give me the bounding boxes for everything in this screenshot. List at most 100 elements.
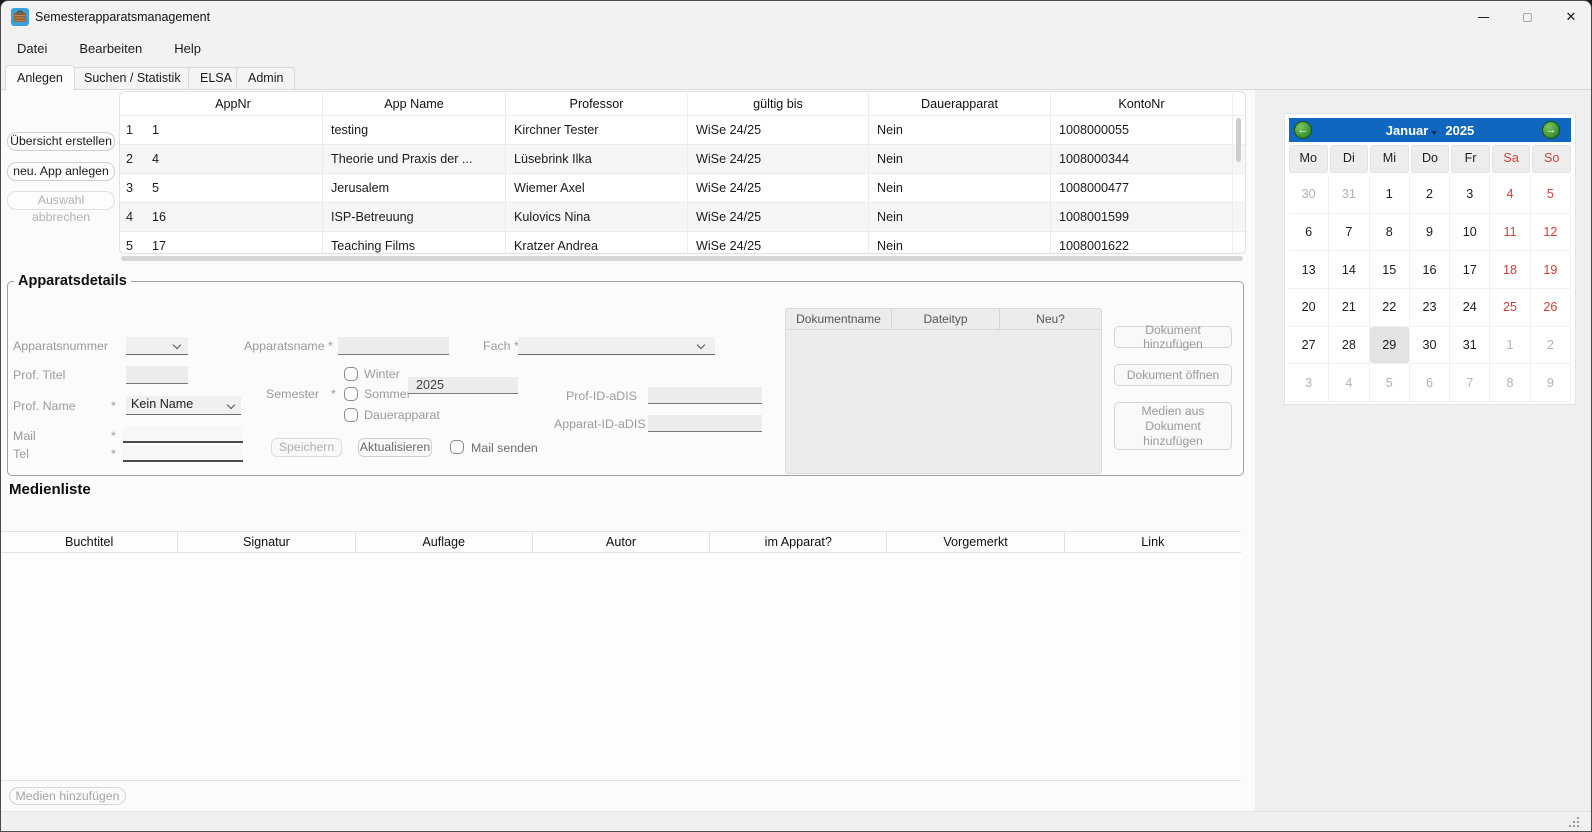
winter-radio[interactable] bbox=[344, 367, 358, 381]
calendar-day[interactable]: 30 bbox=[1289, 176, 1329, 214]
medien-aus-dokument-button[interactable]: Medien aus Dokument hinzufügen bbox=[1114, 402, 1232, 450]
medien-column-header[interactable]: Signatur bbox=[178, 532, 355, 552]
calendar-day[interactable]: 1 bbox=[1370, 176, 1410, 214]
column-header[interactable]: App Name bbox=[323, 93, 506, 115]
column-header[interactable]: AppNr bbox=[144, 93, 323, 115]
calendar-day[interactable]: 20 bbox=[1289, 289, 1329, 327]
next-month-button[interactable]: → bbox=[1542, 121, 1560, 139]
year-input[interactable]: 2025 bbox=[408, 377, 518, 394]
table-row[interactable]: 2 4 Theorie und Praxis der ... Lüsebrink… bbox=[120, 144, 1245, 173]
calendar-day[interactable]: 6 bbox=[1410, 364, 1450, 402]
prev-month-button[interactable]: ← bbox=[1294, 121, 1312, 139]
table-row[interactable]: 5 17 Teaching Films Kratzer Andrea WiSe … bbox=[120, 231, 1245, 254]
menu-item[interactable]: Datei bbox=[17, 41, 47, 56]
calendar-day[interactable]: 31 bbox=[1329, 176, 1369, 214]
fach-select[interactable] bbox=[518, 337, 715, 355]
calendar-day[interactable]: 13 bbox=[1289, 251, 1329, 289]
medien-column-header[interactable]: Autor bbox=[533, 532, 710, 552]
calendar-day[interactable]: 9 bbox=[1531, 364, 1571, 402]
calendar-day[interactable]: 28 bbox=[1329, 327, 1369, 365]
calendar-day[interactable]: 16 bbox=[1410, 251, 1450, 289]
minimize-button[interactable] bbox=[1461, 2, 1505, 32]
vertical-scrollbar[interactable] bbox=[1236, 118, 1241, 162]
calendar-day[interactable]: 2 bbox=[1410, 176, 1450, 214]
apparat-id-adis-input[interactable] bbox=[648, 415, 762, 432]
prof-name-select[interactable]: Kein Name bbox=[126, 396, 241, 415]
calendar-day[interactable]: 8 bbox=[1490, 364, 1530, 402]
calendar-day[interactable]: 31 bbox=[1450, 327, 1490, 365]
calendar-day[interactable]: 5 bbox=[1531, 176, 1571, 214]
calendar-day[interactable]: 24 bbox=[1450, 289, 1490, 327]
document-column-header[interactable]: Neu? bbox=[1000, 309, 1101, 329]
calendar-day[interactable]: 1 bbox=[1490, 327, 1530, 365]
calendar-day[interactable]: 4 bbox=[1490, 176, 1530, 214]
medien-column-header[interactable]: Buchtitel bbox=[1, 532, 178, 552]
dokument-hinzufuegen-button[interactable]: Dokument hinzufügen bbox=[1114, 326, 1232, 348]
tel-input[interactable] bbox=[123, 445, 243, 462]
row-number: 5 bbox=[120, 232, 144, 254]
table-row[interactable]: 3 5 Jerusalem Wiemer Axel WiSe 24/25 Nei… bbox=[120, 173, 1245, 202]
medien-column-header[interactable]: Link bbox=[1065, 532, 1241, 552]
calendar-day[interactable]: 7 bbox=[1329, 214, 1369, 252]
calendar-day[interactable]: 6 bbox=[1289, 214, 1329, 252]
close-button[interactable]: ✕ bbox=[1549, 2, 1592, 32]
document-column-header[interactable]: Dateityp bbox=[892, 309, 1000, 329]
column-header[interactable]: Dauerapparat bbox=[869, 93, 1051, 115]
horizontal-scrollbar-thumb[interactable] bbox=[121, 256, 1243, 261]
calendar-day[interactable]: 29 bbox=[1370, 327, 1410, 365]
calendar-day[interactable]: 3 bbox=[1289, 364, 1329, 402]
medien-column-header[interactable]: im Apparat? bbox=[710, 532, 887, 552]
calendar-day[interactable]: 7 bbox=[1450, 364, 1490, 402]
calendar-day[interactable]: 12 bbox=[1531, 214, 1571, 252]
calendar-day[interactable]: 14 bbox=[1329, 251, 1369, 289]
column-header[interactable]: Professor bbox=[506, 93, 688, 115]
tab[interactable]: Suchen / Statistik bbox=[72, 67, 193, 90]
table-row[interactable]: 1 1 testing Kirchner Tester WiSe 24/25 N… bbox=[120, 115, 1245, 144]
calendar-day[interactable]: 19 bbox=[1531, 251, 1571, 289]
tab[interactable]: Anlegen bbox=[5, 65, 75, 91]
calendar-day[interactable]: 30 bbox=[1410, 327, 1450, 365]
dauerapparat-radio[interactable] bbox=[344, 408, 358, 422]
calendar-day[interactable]: 26 bbox=[1531, 289, 1571, 327]
calendar-day[interactable]: 2 bbox=[1531, 327, 1571, 365]
calendar-day[interactable]: 8 bbox=[1370, 214, 1410, 252]
resize-grip-icon[interactable] bbox=[1569, 817, 1579, 827]
document-column-header[interactable]: Dokumentname bbox=[786, 309, 892, 329]
apparatsname-input[interactable] bbox=[338, 337, 449, 355]
mail-input[interactable] bbox=[123, 426, 243, 443]
calendar-year-label[interactable]: 2025 bbox=[1445, 123, 1474, 138]
neue-app-anlegen-button[interactable]: neu. App anlegen bbox=[7, 162, 115, 181]
column-header[interactable]: KontoNr bbox=[1051, 93, 1233, 115]
calendar-day[interactable]: 18 bbox=[1490, 251, 1530, 289]
dokument-oeffnen-button[interactable]: Dokument öffnen bbox=[1114, 364, 1232, 386]
medien-column-header[interactable]: Vorgemerkt bbox=[887, 532, 1064, 552]
calendar-day[interactable]: 5 bbox=[1370, 364, 1410, 402]
prof-id-adis-input[interactable] bbox=[648, 387, 762, 404]
aktualisieren-button[interactable]: Aktualisieren bbox=[358, 438, 432, 457]
horizontal-scrollbar[interactable] bbox=[121, 256, 1243, 262]
calendar-day[interactable]: 10 bbox=[1450, 214, 1490, 252]
calendar-day[interactable]: 22 bbox=[1370, 289, 1410, 327]
sommer-radio[interactable] bbox=[344, 387, 358, 401]
tab[interactable]: Admin bbox=[236, 67, 295, 90]
calendar-day[interactable]: 9 bbox=[1410, 214, 1450, 252]
mail-senden-checkbox[interactable] bbox=[450, 440, 464, 454]
calendar-day[interactable]: 27 bbox=[1289, 327, 1329, 365]
menu-item[interactable]: Help bbox=[174, 41, 201, 56]
calendar-day[interactable]: 25 bbox=[1490, 289, 1530, 327]
calendar-day[interactable]: 11 bbox=[1490, 214, 1530, 252]
calendar-day[interactable]: 23 bbox=[1410, 289, 1450, 327]
column-header[interactable]: gültig bis bbox=[688, 93, 869, 115]
calendar-day[interactable]: 4 bbox=[1329, 364, 1369, 402]
calendar-day[interactable]: 3 bbox=[1450, 176, 1490, 214]
prof-titel-input[interactable] bbox=[126, 366, 188, 384]
calendar-month-label[interactable]: Januar bbox=[1386, 123, 1429, 138]
calendar-day[interactable]: 15 bbox=[1370, 251, 1410, 289]
calendar-day[interactable]: 17 bbox=[1450, 251, 1490, 289]
table-row[interactable]: 4 16 ISP-Betreuung Kulovics Nina WiSe 24… bbox=[120, 202, 1245, 231]
uebersicht-erstellen-button[interactable]: Übersicht erstellen bbox=[7, 132, 115, 151]
medien-column-header[interactable]: Auflage bbox=[356, 532, 533, 552]
maximize-button[interactable] bbox=[1505, 2, 1549, 32]
menu-item[interactable]: Bearbeiten bbox=[79, 41, 142, 56]
calendar-day[interactable]: 21 bbox=[1329, 289, 1369, 327]
